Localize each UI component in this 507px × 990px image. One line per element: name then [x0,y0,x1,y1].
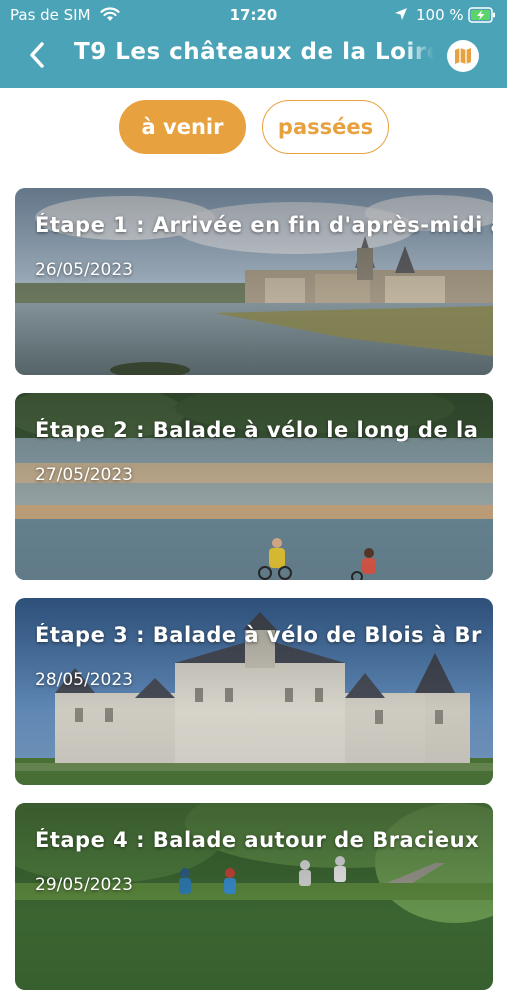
map-button[interactable] [447,40,479,72]
stage-date: 28/05/2023 [35,670,133,690]
stage-card[interactable]: Étape 1 : Arrivée en fin d'après-midi à … [15,188,493,375]
stage-title: Étape 1 : Arrivée en fin d'après-midi à [35,213,493,237]
tab-bar: à venir passées [0,100,507,156]
tab-upcoming[interactable]: à venir [119,100,246,154]
battery-percent: 100 % [416,6,464,24]
stage-card[interactable]: Étape 2 : Balade à vélo le long de la 27… [15,393,493,580]
stage-title: Étape 3 : Balade à vélo de Blois à Br [35,623,482,647]
header-bar: Pas de SIM 17:20 100 % T9 Les châteaux d… [0,0,507,88]
map-icon [455,48,471,64]
title-fade [404,38,434,72]
stage-card[interactable]: Étape 3 : Balade à vélo de Blois à Br 28… [15,598,493,785]
location-arrow-icon [395,8,407,20]
stage-date: 29/05/2023 [35,875,133,895]
navigation-bar: T9 Les châteaux de la Loire [0,30,507,80]
tab-past[interactable]: passées [262,100,389,154]
status-bar: Pas de SIM 17:20 100 % [0,0,507,30]
stage-title: Étape 2 : Balade à vélo le long de la [35,418,479,442]
stage-title: Étape 4 : Balade autour de Bracieux [35,828,480,852]
stage-date: 26/05/2023 [35,260,133,280]
chevron-left-icon[interactable] [26,40,48,70]
page-title: T9 Les châteaux de la Loire [74,39,434,65]
stage-card[interactable]: Étape 4 : Balade autour de Bracieux 29/0… [15,803,493,990]
stage-date: 27/05/2023 [35,465,133,485]
battery-charging-icon [468,7,495,23]
